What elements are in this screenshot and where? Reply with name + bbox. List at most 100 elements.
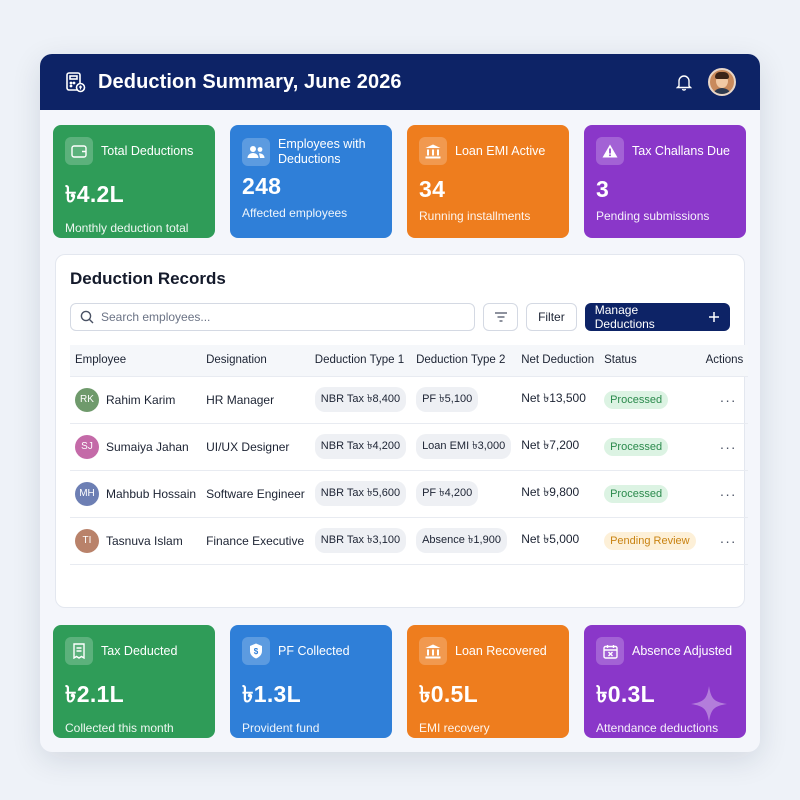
card-employees-with-deductions[interactable]: Employees with Deductions 248 Affected e…: [230, 125, 392, 238]
column-header-employee[interactable]: Employee: [70, 345, 201, 376]
user-avatar[interactable]: [708, 68, 736, 96]
designation-cell: UI/UX Designer: [201, 422, 310, 470]
employee-avatar: MH: [75, 481, 99, 506]
card-label: Loan Recovered: [455, 643, 547, 658]
deduction-type-1-pill: NBR Tax ৳3,100: [314, 528, 407, 553]
row-actions-menu-icon[interactable]: ···: [706, 533, 737, 549]
table-row[interactable]: TI Tasnuva Islam Finance Executive NBR T…: [70, 516, 749, 565]
column-header-designation[interactable]: Designation: [201, 345, 310, 376]
row-actions-menu-icon[interactable]: ···: [706, 486, 737, 502]
sort-button[interactable]: [483, 303, 519, 331]
employee-avatar: RK: [75, 387, 99, 412]
dashboard-window: Deduction Summary, June 2026 Total Deduc…: [40, 54, 760, 752]
column-header-deduction-type-2[interactable]: Deduction Type 2: [411, 345, 516, 376]
employee-name: Mahbub Hossain: [106, 486, 197, 501]
filter-lines-icon: [494, 312, 508, 322]
deduction-type-2-pill: Absence ৳1,900: [416, 528, 507, 553]
card-label: Tax Challans Due: [632, 143, 730, 158]
card-label: Total Deductions: [101, 143, 194, 158]
table-header-row: Employee Designation Deduction Type 1 De…: [70, 345, 749, 376]
card-subtitle: EMI recovery: [419, 721, 490, 735]
designation-cell: Finance Executive: [201, 516, 310, 565]
filter-button[interactable]: Filter: [526, 303, 577, 331]
status-badge: Processed: [604, 484, 669, 503]
table-row[interactable]: MH Mahbub Hossain Software Engineer NBR …: [70, 469, 749, 517]
employee-avatar: TI: [75, 528, 99, 553]
card-label: Loan EMI Active: [455, 143, 546, 158]
column-header-actions: Actions: [705, 354, 744, 367]
employee-name: Sumaiya Jahan: [106, 439, 189, 454]
card-value: ৳2.1L: [65, 681, 124, 707]
shield-dollar-icon: $: [242, 637, 270, 665]
card-value: ৳1.3L: [242, 681, 301, 707]
search-box: [70, 303, 476, 331]
row-actions-menu-icon[interactable]: ···: [706, 392, 737, 408]
card-pf-collected[interactable]: $ PF Collected ৳1.3L Provident fund: [230, 625, 392, 738]
card-loan-recovered[interactable]: Loan Recovered ৳0.5L EMI recovery: [407, 625, 569, 738]
designation-cell: Software Engineer: [201, 469, 310, 517]
status-badge: Processed: [604, 390, 669, 409]
bank-icon: [419, 137, 447, 165]
employee-name: Tasnuva Islam: [106, 533, 183, 548]
deduction-type-1-pill: NBR Tax ৳5,600: [314, 481, 407, 506]
row-actions-menu-icon[interactable]: ···: [706, 439, 737, 455]
card-total-deductions[interactable]: Total Deductions ৳4.2L Monthly deduction…: [53, 125, 215, 238]
table-row[interactable]: RK Rahim Karim HR Manager NBR Tax ৳8,400…: [70, 375, 749, 423]
users-icon: [242, 138, 270, 166]
net-deduction-cell: Net ৳7,200: [516, 422, 600, 470]
deduction-type-2-pill: PF ৳4,200: [416, 481, 479, 506]
designation-cell: HR Manager: [201, 375, 310, 423]
card-value: 3: [596, 176, 610, 202]
page-title: Deduction Summary, June 2026: [98, 70, 402, 93]
summary-cards-bottom: Tax Deducted ৳2.1L Collected this month …: [53, 625, 747, 738]
receipt-icon: [65, 637, 93, 665]
status-badge: Processed: [604, 437, 669, 456]
sparkle-icon: [690, 685, 728, 728]
deduction-records-panel: Deduction Records Filter Manage Deductio…: [55, 254, 749, 608]
manage-deductions-button[interactable]: Manage Deductions: [584, 303, 730, 331]
search-input[interactable]: [101, 310, 461, 324]
card-label: PF Collected: [278, 643, 350, 658]
app-header: Deduction Summary, June 2026: [40, 54, 760, 110]
card-label: Tax Deducted: [101, 643, 178, 658]
deduction-type-2-pill: PF ৳5,100: [416, 387, 479, 412]
records-title: Deduction Records: [70, 269, 226, 288]
card-tax-challans-due[interactable]: Tax Challans Due 3 Pending submissions: [584, 125, 746, 238]
card-subtitle: Collected this month: [65, 721, 174, 735]
plus-icon: [708, 311, 720, 323]
card-absence-adjusted[interactable]: Absence Adjusted ৳0.3L Attendance deduct…: [584, 625, 746, 738]
card-value: 248: [242, 173, 282, 199]
records-toolbar: Filter Manage Deductions: [70, 303, 730, 331]
search-icon: [80, 310, 94, 324]
card-value: ৳0.5L: [419, 681, 478, 707]
svg-text:$: $: [254, 647, 259, 656]
card-subtitle: Pending submissions: [596, 209, 710, 223]
calculator-icon: [64, 70, 88, 94]
card-subtitle: Provident fund: [242, 721, 320, 735]
manage-deductions-label: Manage Deductions: [594, 303, 655, 331]
card-tax-deducted[interactable]: Tax Deducted ৳2.1L Collected this month: [53, 625, 215, 738]
summary-cards-top: Total Deductions ৳4.2L Monthly deduction…: [53, 125, 747, 238]
calendar-x-icon: [596, 637, 624, 665]
card-subtitle: Running installments: [419, 209, 531, 223]
column-header-net-deduction[interactable]: Net Deduction: [516, 345, 599, 376]
card-value: ৳4.2L: [65, 181, 124, 207]
wallet-icon: [65, 137, 93, 165]
deduction-records-table: Employee Designation Deduction Type 1 De…: [70, 345, 749, 565]
deduction-type-2-pill: Loan EMI ৳3,000: [416, 434, 512, 459]
status-badge: Pending Review: [604, 531, 696, 550]
card-label: Absence Adjusted: [632, 643, 733, 658]
deduction-type-1-pill: NBR Tax ৳8,400: [314, 387, 407, 412]
net-deduction-cell: Net ৳13,500: [516, 375, 600, 423]
warning-icon: [596, 137, 624, 165]
bell-icon[interactable]: [674, 72, 694, 92]
net-deduction-cell: Net ৳5,000: [516, 516, 600, 565]
column-header-deduction-type-1[interactable]: Deduction Type 1: [310, 345, 411, 376]
card-value: 34: [419, 176, 446, 202]
bank-icon: [419, 637, 447, 665]
table-row[interactable]: SJ Sumaiya Jahan UI/UX Designer NBR Tax …: [70, 422, 749, 470]
column-header-status[interactable]: Status: [599, 345, 701, 376]
card-label: Employees with Deductions: [278, 137, 366, 166]
card-loan-emi-active[interactable]: Loan EMI Active 34 Running installments: [407, 125, 569, 238]
card-subtitle: Monthly deduction total: [65, 221, 189, 235]
